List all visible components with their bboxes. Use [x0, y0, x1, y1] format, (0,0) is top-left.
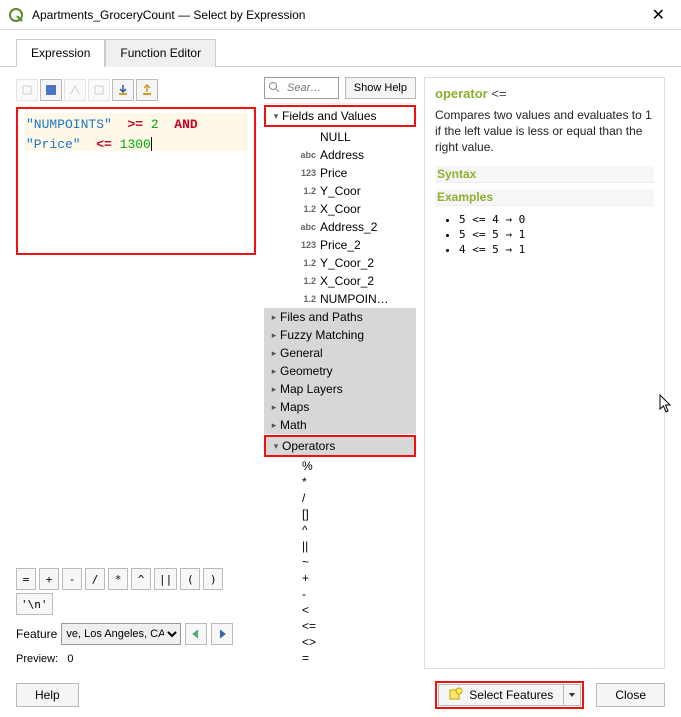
window-title: Apartments_GroceryCount — Select by Expr…	[32, 8, 644, 22]
tree-group-fields-and-values[interactable]: ▾Fields and Values	[266, 107, 414, 125]
toolbar-btn-4[interactable]	[88, 79, 110, 101]
help-example-item: 4 <= 5 → 1	[459, 242, 654, 257]
close-button[interactable]: Close	[596, 683, 665, 707]
tree-field-item[interactable]: 1.2X_Coor	[264, 200, 416, 218]
qgis-app-icon	[8, 7, 24, 23]
toolbar-btn-save[interactable]	[40, 79, 62, 101]
help-title-label: operator	[435, 86, 488, 101]
preview-label: Preview:	[16, 653, 58, 665]
tree-group-geometry[interactable]: ▸Geometry	[264, 362, 416, 380]
op-minus[interactable]: -	[62, 568, 82, 590]
caret-right-icon: ▸	[268, 312, 280, 323]
tree-operator-item[interactable]: *	[264, 474, 416, 490]
caret-right-icon: ▸	[268, 366, 280, 377]
tree-field-item[interactable]: 1.2Y_Coor_2	[264, 254, 416, 272]
feature-prev-button[interactable]	[185, 623, 207, 645]
help-title-op: <=	[491, 86, 506, 101]
window-close-button[interactable]: ✕	[644, 5, 673, 25]
search-icon	[268, 81, 280, 93]
op-plus[interactable]: +	[39, 568, 59, 590]
tree-group-operators[interactable]: ▾Operators	[266, 437, 414, 455]
op-eq[interactable]: =	[16, 568, 36, 590]
op-pow[interactable]: ^	[131, 568, 151, 590]
toolbar-btn-1[interactable]	[16, 79, 38, 101]
tree-field-item[interactable]: NULL	[264, 128, 416, 146]
op-lparen[interactable]: (	[180, 568, 200, 590]
preview-value: 0	[67, 653, 73, 665]
help-example-item: 5 <= 5 → 1	[459, 227, 654, 242]
tab-expression[interactable]: Expression	[16, 39, 105, 67]
caret-down-icon: ▾	[270, 111, 282, 122]
tab-function-editor[interactable]: Function Editor	[105, 39, 216, 67]
show-help-button[interactable]: Show Help	[345, 77, 416, 99]
feature-select[interactable]: ve, Los Angeles, CA	[61, 623, 181, 645]
caret-right-icon: ▸	[268, 402, 280, 413]
caret-right-icon: ▸	[268, 384, 280, 395]
op-newline[interactable]: '\n'	[16, 593, 53, 615]
help-examples-header: Examples	[435, 189, 654, 206]
tree-operator-item[interactable]: ~	[264, 554, 416, 570]
tree-field-item[interactable]: 1.2Y_Coor	[264, 182, 416, 200]
tree-operator-item[interactable]: =	[264, 650, 416, 666]
tree-operator-item[interactable]: +	[264, 570, 416, 586]
toolbar-btn-import[interactable]	[112, 79, 134, 101]
tree-field-item[interactable]: abcAddress_2	[264, 218, 416, 236]
toolbar-btn-export[interactable]	[136, 79, 158, 101]
operator-toolbar: = + - / * ^ || ( ) '\n'	[16, 564, 256, 619]
tree-operator-item[interactable]: <=	[264, 618, 416, 634]
help-button[interactable]: Help	[16, 683, 79, 707]
feature-label: Feature	[16, 627, 57, 641]
feature-next-button[interactable]	[211, 623, 233, 645]
help-description: Compares two values and evaluates to 1 i…	[435, 107, 654, 156]
tree-group-files-and-paths[interactable]: ▸Files and Paths	[264, 308, 416, 326]
help-example-item: 5 <= 4 → 0	[459, 212, 654, 227]
tree-operator-item[interactable]: ^	[264, 522, 416, 538]
op-div[interactable]: /	[85, 568, 105, 590]
caret-right-icon: ▸	[268, 330, 280, 341]
tree-operator-item[interactable]: []	[264, 506, 416, 522]
help-syntax-header: Syntax	[435, 166, 654, 183]
op-rparen[interactable]: )	[203, 568, 223, 590]
expression-editor[interactable]: "NUMPOINTS" >= 2 AND "Price" <= 1300	[24, 113, 248, 151]
tree-group-maps[interactable]: ▸Maps	[264, 398, 416, 416]
tree-operator-item[interactable]: <>	[264, 634, 416, 650]
toolbar-btn-3[interactable]	[64, 79, 86, 101]
tree-field-item[interactable]: abcAddress	[264, 146, 416, 164]
select-features-highlight: Select Features	[435, 681, 584, 709]
expression-editor-highlight: "NUMPOINTS" >= 2 AND "Price" <= 1300	[16, 107, 256, 255]
caret-right-icon: ▸	[268, 420, 280, 431]
select-features-button[interactable]: Select Features	[438, 684, 563, 706]
tree-operator-item[interactable]: ||	[264, 538, 416, 554]
tree-field-item[interactable]: 123Price	[264, 164, 416, 182]
function-tree[interactable]: ▾Fields and Values NULLabcAddress123Pric…	[264, 103, 416, 669]
help-panel: operator <= Compares two values and eval…	[424, 77, 665, 669]
tree-operator-item[interactable]: >	[264, 666, 416, 669]
tree-group-fuzzy-matching[interactable]: ▸Fuzzy Matching	[264, 326, 416, 344]
tree-operator-item[interactable]: %	[264, 458, 416, 474]
tree-operator-item[interactable]: -	[264, 586, 416, 602]
caret-right-icon: ▸	[268, 348, 280, 359]
tree-operator-item[interactable]: <	[264, 602, 416, 618]
caret-down-icon: ▾	[270, 441, 282, 452]
tree-group-map-layers[interactable]: ▸Map Layers	[264, 380, 416, 398]
op-concat[interactable]: ||	[154, 568, 177, 590]
tree-group-general[interactable]: ▸General	[264, 344, 416, 362]
select-features-dropdown[interactable]	[563, 684, 581, 706]
tree-field-item[interactable]: 1.2X_Coor_2	[264, 272, 416, 290]
help-examples-list: 5 <= 4 → 05 <= 5 → 14 <= 5 → 1	[435, 212, 654, 257]
tree-field-item[interactable]: 123Price_2	[264, 236, 416, 254]
select-features-icon	[449, 687, 463, 704]
tree-operator-item[interactable]: /	[264, 490, 416, 506]
tree-group-math[interactable]: ▸Math	[264, 416, 416, 434]
op-mul[interactable]: *	[108, 568, 128, 590]
tree-field-item[interactable]: 1.2NUMPOIN…	[264, 290, 416, 308]
